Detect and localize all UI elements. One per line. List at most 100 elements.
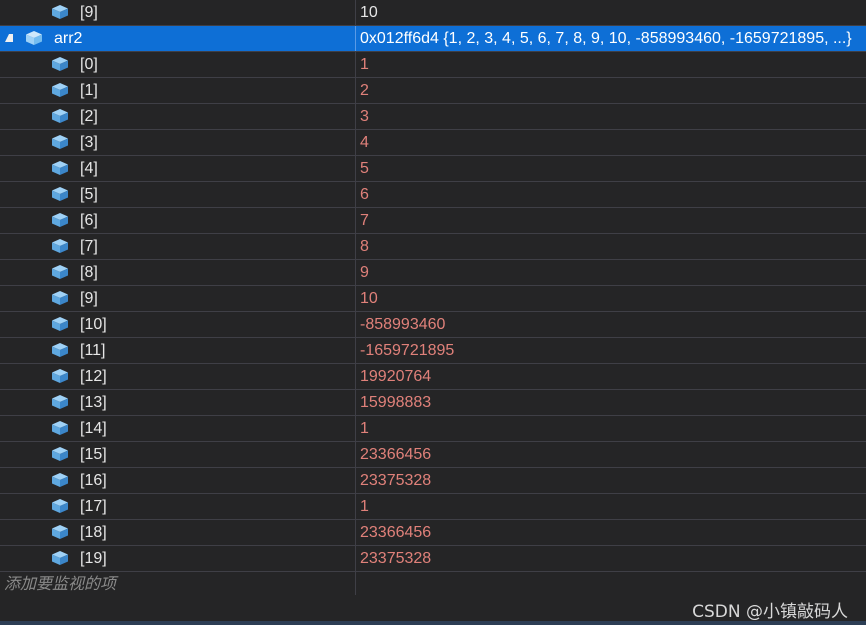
cube-icon — [52, 109, 68, 123]
variable-value: 10 — [360, 290, 378, 307]
watch-row-element[interactable]: [15] 23366456 — [0, 442, 866, 468]
variable-name: [7] — [80, 238, 98, 255]
name-cell: [6] — [0, 208, 356, 233]
watch-row-element[interactable]: [19] 23375328 — [0, 546, 866, 572]
variable-value: 6 — [360, 186, 369, 203]
variable-value: 5 — [360, 160, 369, 177]
watch-row-element[interactable]: [7] 8 — [0, 234, 866, 260]
variable-name: [12] — [80, 368, 107, 385]
watch-row-element[interactable]: [17] 1 — [0, 494, 866, 520]
variable-name: [8] — [80, 264, 98, 281]
watch-row-element[interactable]: [1] 2 — [0, 78, 866, 104]
variable-name: [14] — [80, 420, 107, 437]
variable-value: 1 — [360, 420, 369, 437]
name-cell: [3] — [0, 130, 356, 155]
variable-value: 15998883 — [360, 394, 432, 411]
variable-value: 1 — [360, 498, 369, 515]
watch-row-element[interactable]: [9] 10 — [0, 286, 866, 312]
cube-icon — [52, 57, 68, 71]
name-cell: [13] — [0, 390, 356, 415]
name-cell: [19] — [0, 546, 356, 571]
variable-name: arr2 — [54, 30, 83, 47]
cube-icon — [52, 83, 68, 97]
name-cell: [11] — [0, 338, 356, 363]
variable-name: [17] — [80, 498, 107, 515]
variable-value: 19920764 — [360, 368, 432, 385]
variable-value: 0x012ff6d4 {1, 2, 3, 4, 5, 6, 7, 8, 9, 1… — [360, 30, 852, 47]
cube-icon — [52, 395, 68, 409]
variable-name: [16] — [80, 472, 107, 489]
cube-icon — [26, 31, 42, 45]
variable-name: [2] — [80, 108, 98, 125]
name-cell: [2] — [0, 104, 356, 129]
variable-value: 23375328 — [360, 472, 432, 489]
name-cell: [7] — [0, 234, 356, 259]
watch-row-element[interactable]: [13] 15998883 — [0, 390, 866, 416]
watch-row-element[interactable]: [14] 1 — [0, 416, 866, 442]
add-watch-placeholder[interactable]: 添加要监视的项 — [4, 572, 116, 597]
watch-row-element[interactable]: [11] -1659721895 — [0, 338, 866, 364]
variable-value: 4 — [360, 134, 369, 151]
watch-row-top[interactable]: [9] 10 — [0, 0, 866, 26]
name-cell: [18] — [0, 520, 356, 545]
variable-name: [19] — [80, 550, 107, 567]
variable-name: [13] — [80, 394, 107, 411]
watch-row-element[interactable]: [18] 23366456 — [0, 520, 866, 546]
variable-value: 3 — [360, 108, 369, 125]
cube-icon — [52, 265, 68, 279]
watch-row-element[interactable]: [10] -858993460 — [0, 312, 866, 338]
cube-icon — [52, 5, 68, 19]
watch-row-element[interactable]: [0] 1 — [0, 52, 866, 78]
variable-name: [11] — [80, 342, 106, 359]
variable-name: [15] — [80, 446, 107, 463]
name-cell: arr2 — [0, 26, 356, 51]
name-cell: [9] — [0, 286, 356, 311]
variable-value: 1 — [360, 56, 369, 73]
variable-name: [10] — [80, 316, 107, 333]
variable-name: [6] — [80, 212, 98, 229]
cube-icon — [52, 161, 68, 175]
name-cell: [5] — [0, 182, 356, 207]
variable-value: -858993460 — [360, 316, 446, 333]
cube-icon — [52, 369, 68, 383]
watch-row-element[interactable]: [8] 9 — [0, 260, 866, 286]
variable-name: [9] — [80, 290, 98, 307]
watch-row-element[interactable]: [12] 19920764 — [0, 364, 866, 390]
watch-row-element[interactable]: [2] 3 — [0, 104, 866, 130]
cube-icon — [52, 499, 68, 513]
watch-row-element[interactable]: [16] 23375328 — [0, 468, 866, 494]
variable-name: [5] — [80, 186, 98, 203]
cube-icon — [52, 343, 68, 357]
variable-name: [3] — [80, 134, 98, 151]
name-cell: [0] — [0, 52, 356, 77]
name-cell: [1] — [0, 78, 356, 103]
name-cell: [17] — [0, 494, 356, 519]
variable-name: [4] — [80, 160, 98, 177]
variable-value: 8 — [360, 238, 369, 255]
cube-icon — [52, 213, 68, 227]
cube-icon — [52, 525, 68, 539]
name-cell: [8] — [0, 260, 356, 285]
watch-table: [9] 10 arr2 0x012ff6d4 {1, 2, 3, 4, 5, 6… — [0, 0, 866, 598]
cube-icon — [52, 551, 68, 565]
watch-row-element[interactable]: [5] 6 — [0, 182, 866, 208]
cube-icon — [52, 473, 68, 487]
array-children: [0] 1 [1] 2 [2] 3 [3] 4 [4] 5 [5] 6 [6] … — [0, 52, 866, 572]
name-cell: [16] — [0, 468, 356, 493]
cube-icon — [52, 291, 68, 305]
variable-value: 23366456 — [360, 524, 432, 541]
name-cell: [14] — [0, 416, 356, 441]
cube-icon — [52, 135, 68, 149]
watch-row-element[interactable]: [3] 4 — [0, 130, 866, 156]
watch-row-element[interactable]: [6] 7 — [0, 208, 866, 234]
watch-row-arr2[interactable]: arr2 0x012ff6d4 {1, 2, 3, 4, 5, 6, 7, 8,… — [0, 26, 866, 52]
variable-value: 10 — [360, 4, 378, 21]
cube-icon — [52, 187, 68, 201]
watermark: CSDN @小镇敲码人 — [692, 602, 848, 622]
variable-value: 2 — [360, 82, 369, 99]
variable-value: 23366456 — [360, 446, 432, 463]
collapse-triangle-icon[interactable] — [5, 34, 13, 42]
cube-icon — [52, 447, 68, 461]
watch-row-element[interactable]: [4] 5 — [0, 156, 866, 182]
name-cell: [12] — [0, 364, 356, 389]
